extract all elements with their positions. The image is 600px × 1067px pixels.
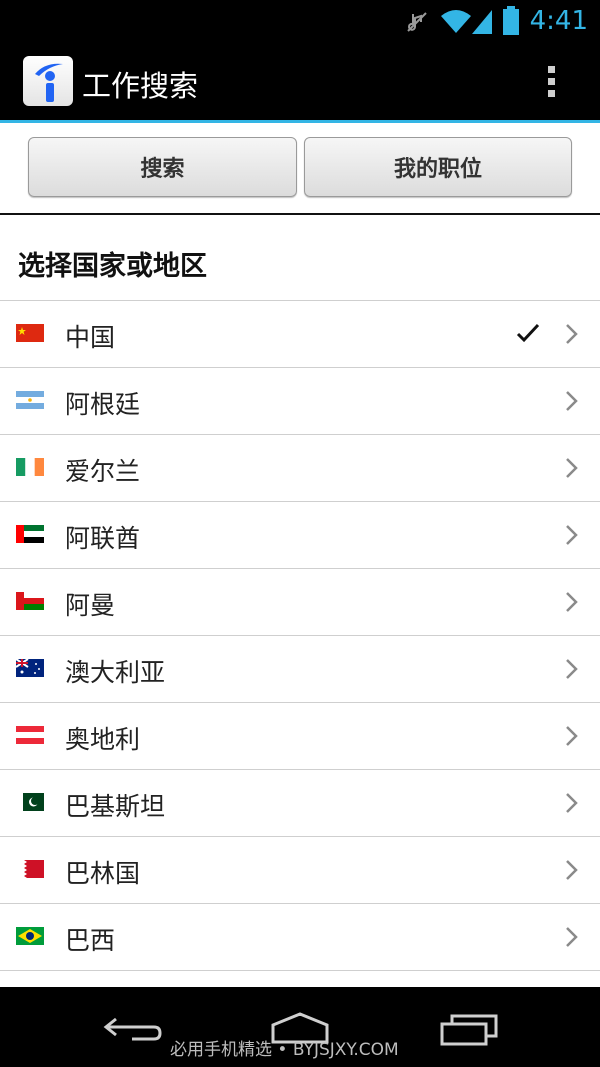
country-name: 阿联酋 bbox=[65, 524, 141, 553]
battery-icon bbox=[503, 6, 519, 35]
chevron-right-icon bbox=[566, 726, 578, 746]
signal-icon bbox=[472, 10, 492, 34]
search-button[interactable]: 搜索 bbox=[28, 137, 297, 197]
chevron-right-icon bbox=[566, 324, 578, 344]
tab-row: 搜索 我的职位 bbox=[0, 123, 600, 213]
country-name: 阿曼 bbox=[65, 591, 116, 620]
list-item-argentina[interactable]: 阿根廷 bbox=[0, 367, 600, 434]
recents-icon[interactable] bbox=[438, 1013, 500, 1047]
status-time: 4:41 bbox=[529, 6, 588, 36]
navigation-bar: 必用手机精选 • BYJSJXY.COM bbox=[0, 987, 600, 1067]
chevron-right-icon bbox=[566, 793, 578, 813]
list-item-oman[interactable]: 阿曼 bbox=[0, 568, 600, 635]
indeed-info-icon[interactable] bbox=[23, 56, 73, 106]
chevron-right-icon bbox=[566, 860, 578, 880]
overflow-menu-icon[interactable] bbox=[548, 66, 556, 100]
divider bbox=[0, 213, 600, 215]
bahrain-flag-icon bbox=[16, 860, 44, 878]
uae-flag-icon bbox=[16, 525, 44, 543]
chevron-right-icon bbox=[566, 458, 578, 478]
back-icon[interactable] bbox=[102, 1013, 164, 1045]
australia-flag-icon bbox=[16, 659, 44, 677]
country-name: 奥地利 bbox=[65, 725, 141, 754]
country-name: 爱尔兰 bbox=[65, 457, 141, 486]
chevron-right-icon bbox=[566, 927, 578, 947]
list-item-australia[interactable]: 澳大利亚 bbox=[0, 635, 600, 702]
list-item-pakistan[interactable]: 巴基斯坦 bbox=[0, 769, 600, 836]
chevron-right-icon bbox=[566, 525, 578, 545]
austria-flag-icon bbox=[16, 726, 44, 744]
chevron-right-icon bbox=[566, 659, 578, 679]
watermark-text: 必用手机精选 • BYJSJXY.COM bbox=[170, 1040, 399, 1060]
action-bar: 工作搜索 bbox=[0, 42, 600, 123]
status-bar: 4:41 bbox=[0, 0, 600, 42]
list-item-austria[interactable]: 奥地利 bbox=[0, 702, 600, 769]
list-item-brazil[interactable]: 巴西 bbox=[0, 903, 600, 971]
list-item-uae[interactable]: 阿联酋 bbox=[0, 501, 600, 568]
section-title: 选择国家或地区 bbox=[18, 251, 207, 282]
pakistan-flag-icon bbox=[16, 793, 44, 811]
chevron-right-icon bbox=[566, 391, 578, 411]
country-name: 巴林国 bbox=[65, 859, 141, 888]
list-item-ireland[interactable]: 爱尔兰 bbox=[0, 434, 600, 501]
list-item-china[interactable]: 中国 bbox=[0, 300, 600, 367]
argentina-flag-icon bbox=[16, 391, 44, 409]
country-name: 澳大利亚 bbox=[65, 658, 166, 687]
country-name: 巴基斯坦 bbox=[65, 792, 166, 821]
country-list: 中国 阿根廷 爱尔兰 阿联酋 阿曼 澳大利亚 奥地利 巴基斯坦 巴林国 巴西 bbox=[0, 300, 600, 971]
brazil-flag-icon bbox=[16, 927, 44, 945]
my-jobs-button[interactable]: 我的职位 bbox=[304, 137, 572, 197]
chevron-right-icon bbox=[566, 592, 578, 612]
list-item-bahrain[interactable]: 巴林国 bbox=[0, 836, 600, 903]
country-name: 阿根廷 bbox=[65, 390, 141, 419]
china-flag-icon bbox=[16, 324, 44, 342]
checkmark-icon bbox=[516, 323, 540, 343]
oman-flag-icon bbox=[16, 592, 44, 610]
ireland-flag-icon bbox=[16, 458, 44, 476]
wifi-icon bbox=[441, 10, 471, 33]
country-name: 巴西 bbox=[65, 926, 116, 955]
mute-icon bbox=[407, 12, 427, 32]
country-name: 中国 bbox=[65, 323, 116, 352]
app-title: 工作搜索 bbox=[82, 69, 199, 103]
